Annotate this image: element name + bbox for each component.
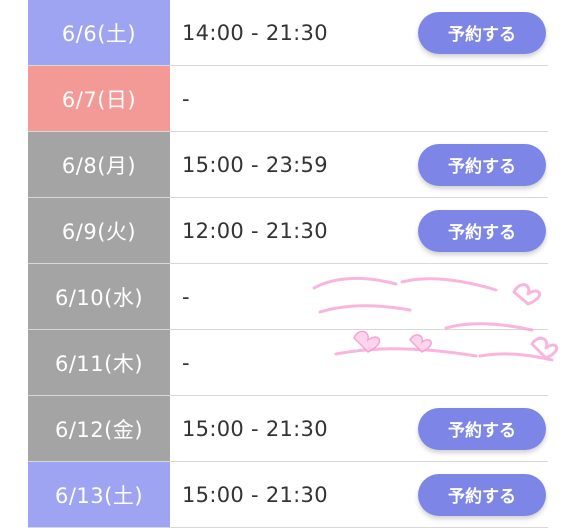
reserve-button[interactable]: 予約する — [418, 11, 546, 54]
reserve-button[interactable]: 予約する — [418, 407, 546, 450]
schedule-date: 6/8(月) — [28, 132, 170, 197]
schedule-date: 6/7(日) — [28, 66, 170, 131]
reserve-button[interactable]: 予約する — [418, 473, 546, 516]
schedule-date: 6/11(木) — [28, 330, 170, 395]
schedule-time: 15:00 - 21:30 — [182, 482, 328, 507]
schedule-date: 6/12(金) — [28, 396, 170, 461]
schedule-row: 6/8(月) 15:00 - 23:59 予約する — [28, 131, 548, 198]
schedule-row: 6/6(土) 14:00 - 21:30 予約する — [28, 0, 548, 66]
schedule-time: 12:00 - 21:30 — [182, 218, 328, 243]
schedule-table: 6/6(土) 14:00 - 21:30 予約する 6/7(日) - 6/8(月… — [28, 0, 548, 528]
schedule-content: 15:00 - 23:59 予約する — [170, 131, 548, 197]
schedule-content: 15:00 - 21:30 予約する — [170, 395, 548, 461]
schedule-content: - — [170, 263, 548, 329]
schedule-date: 6/10(水) — [28, 264, 170, 329]
schedule-row: 6/7(日) - — [28, 65, 548, 132]
schedule-time: 14:00 - 21:30 — [182, 20, 328, 45]
schedule-time: - — [182, 284, 190, 309]
reserve-button[interactable]: 予約する — [418, 209, 546, 252]
schedule-time: - — [182, 350, 190, 375]
schedule-time: 15:00 - 23:59 — [182, 152, 328, 177]
schedule-row: 6/12(金) 15:00 - 21:30 予約する — [28, 395, 548, 462]
schedule-content: 15:00 - 21:30 予約する — [170, 461, 548, 527]
reserve-button[interactable]: 予約する — [418, 143, 546, 186]
schedule-date: 6/6(土) — [28, 0, 170, 65]
schedule-row: 6/13(土) 15:00 - 21:30 予約する — [28, 461, 548, 528]
schedule-content: - — [170, 65, 548, 131]
schedule-row: 6/11(木) - — [28, 329, 548, 396]
schedule-date: 6/13(土) — [28, 462, 170, 527]
schedule-row: 6/9(火) 12:00 - 21:30 予約する — [28, 197, 548, 264]
schedule-content: 12:00 - 21:30 予約する — [170, 197, 548, 263]
schedule-content: - — [170, 329, 548, 395]
schedule-time: 15:00 - 21:30 — [182, 416, 328, 441]
schedule-time: - — [182, 86, 190, 111]
schedule-date: 6/9(火) — [28, 198, 170, 263]
schedule-content: 14:00 - 21:30 予約する — [170, 0, 548, 65]
schedule-row: 6/10(水) - — [28, 263, 548, 330]
